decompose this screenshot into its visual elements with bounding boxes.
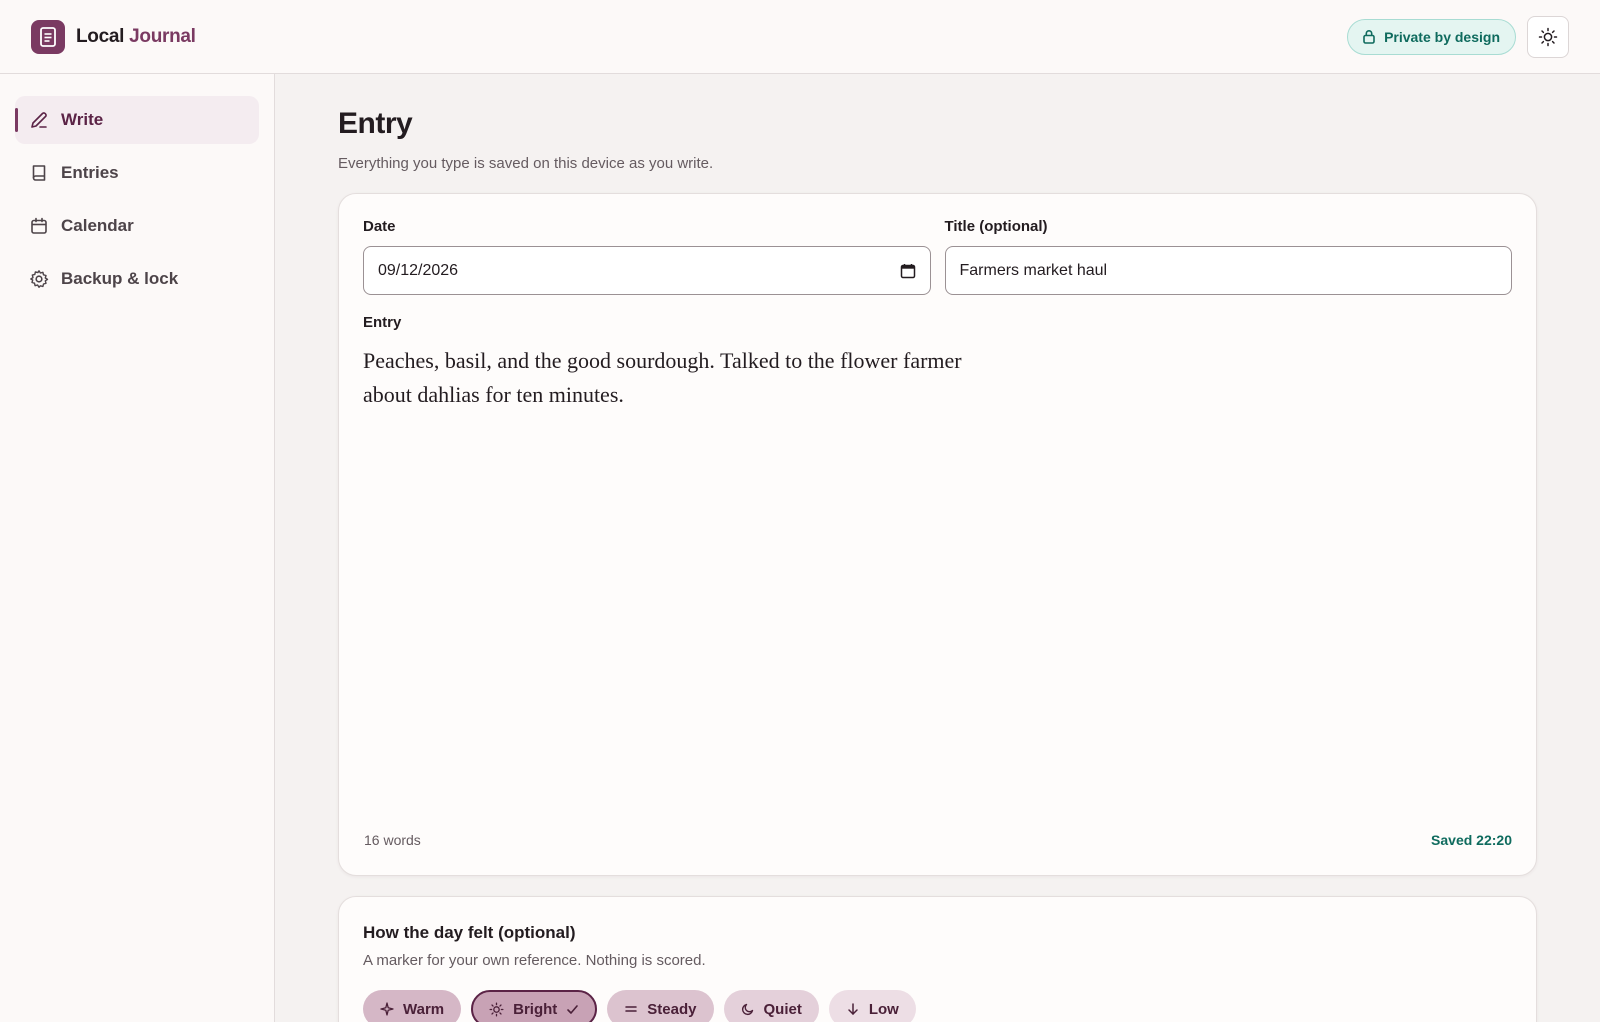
sidebar-item-write[interactable]: Write — [15, 96, 259, 144]
sun-icon — [1538, 27, 1558, 47]
date-input[interactable]: 09/12/2026 — [363, 246, 931, 295]
saved-status: Saved 22:20 — [1431, 832, 1512, 848]
sun-icon — [489, 1001, 504, 1017]
date-field-group: Date 09/12/2026 — [363, 218, 931, 295]
privacy-badge-label: Private by design — [1384, 28, 1500, 45]
lock-icon — [1362, 29, 1376, 44]
mood-chip-group: Warm Bright Steady Quiet Low — [363, 990, 1512, 1022]
gear-icon — [29, 269, 49, 289]
sidebar-item-label: Write — [61, 110, 104, 129]
app-name-part1: Local — [76, 25, 125, 47]
mood-title: How the day felt (optional) — [363, 923, 576, 942]
sparkle-icon — [380, 1002, 394, 1016]
title-label: Title (optional) — [944, 218, 1048, 235]
sidebar-item-label: Entries — [61, 163, 119, 182]
equals-icon — [624, 1002, 638, 1016]
sidebar-item-calendar[interactable]: Calendar — [15, 202, 259, 250]
app-header: Local Journal Private by design — [0, 0, 1600, 74]
entry-label: Entry — [363, 314, 402, 331]
mood-subtitle: A marker for your own reference. Nothing… — [363, 952, 706, 969]
moon-icon — [741, 1002, 755, 1016]
word-count: 16 words — [364, 832, 421, 848]
mood-chip-label: Bright — [513, 1000, 558, 1018]
sidebar-item-entries[interactable]: Entries — [15, 149, 259, 197]
entry-card: Date 09/12/2026 Title (optional) Farmers… — [338, 193, 1537, 876]
pencil-icon — [29, 110, 49, 130]
calendar-picker-icon[interactable] — [900, 263, 916, 279]
date-label: Date — [363, 218, 396, 235]
mood-chip-warm[interactable]: Warm — [363, 990, 462, 1022]
sidebar-item-label: Backup & lock — [61, 269, 179, 288]
privacy-badge: Private by design — [1347, 18, 1516, 55]
sidebar-item-label: Calendar — [61, 216, 134, 235]
mood-chip-label: Steady — [647, 1000, 697, 1018]
checkmark-icon — [566, 1003, 579, 1016]
mood-chip-steady[interactable]: Steady — [607, 990, 714, 1022]
mood-chip-low[interactable]: Low — [828, 990, 916, 1022]
app-name: Local Journal — [76, 26, 196, 48]
entry-textarea[interactable]: Peaches, basil, and the good sourdough. … — [363, 344, 983, 412]
page-subtitle: Everything you type is saved on this dev… — [338, 155, 714, 172]
page-title: Entry — [338, 107, 413, 140]
title-value: Farmers market haul — [959, 261, 1108, 279]
book-icon — [29, 163, 49, 183]
journal-logo-icon — [31, 19, 65, 54]
calendar-icon — [29, 216, 49, 236]
mood-card: How the day felt (optional) A marker for… — [338, 896, 1537, 1022]
sidebar-nav: Write Entries Calendar Backup & lock — [0, 74, 275, 1022]
mood-chip-bright[interactable]: Bright — [471, 990, 598, 1022]
main-content: Entry Everything you type is saved on th… — [338, 74, 1538, 1022]
mood-chip-label: Low — [868, 1000, 899, 1018]
mood-chip-quiet[interactable]: Quiet — [723, 990, 819, 1022]
theme-toggle-button[interactable] — [1527, 15, 1569, 58]
app-name-part2: Journal — [129, 25, 196, 47]
title-input[interactable]: Farmers market haul — [944, 246, 1512, 295]
title-field-group: Title (optional) Farmers market haul — [944, 218, 1512, 295]
mood-chip-label: Warm — [403, 1000, 445, 1018]
mood-chip-label: Quiet — [763, 1000, 802, 1018]
arrow-down-icon — [846, 1002, 860, 1016]
sidebar-item-backup-lock[interactable]: Backup & lock — [15, 255, 259, 303]
date-value: 09/12/2026 — [378, 261, 459, 279]
